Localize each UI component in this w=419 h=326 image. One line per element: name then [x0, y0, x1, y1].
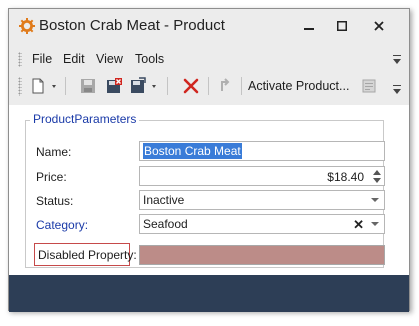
category-label: Category: — [36, 218, 89, 232]
group-caption: ProductParameters — [30, 112, 140, 126]
status-bar — [9, 275, 409, 312]
name-value: Boston Crab Meat — [143, 143, 242, 159]
minimize-icon — [304, 28, 314, 30]
save-options-icon — [131, 77, 156, 93]
activate-product-button[interactable]: Activate Product... — [248, 76, 349, 96]
maximize-button[interactable] — [329, 15, 355, 37]
disabled-property-field — [139, 245, 385, 265]
product-window: Boston Crab Meat - Product File Edit Vie… — [8, 8, 410, 312]
spin-up-icon[interactable] — [373, 170, 381, 175]
close-icon — [374, 21, 384, 31]
disabled-property-label: Disabled Property: — [34, 243, 137, 266]
delete-icon — [183, 78, 199, 94]
title-bar[interactable]: Boston Crab Meat - Product — [9, 9, 409, 43]
new-dropdown-button[interactable] — [30, 76, 60, 96]
clear-icon[interactable]: ✕ — [353, 217, 364, 233]
price-value: $18.40 — [327, 170, 364, 184]
menu-bar: File Edit View Tools — [9, 49, 409, 69]
minimize-button[interactable] — [296, 15, 322, 37]
menu-overflow-icon[interactable] — [393, 55, 401, 64]
menu-edit[interactable]: Edit — [63, 52, 85, 66]
save-button[interactable] — [78, 76, 98, 96]
chevron-down-icon[interactable] — [371, 198, 379, 202]
toolbar: Activate Product... — [9, 71, 409, 101]
price-spin-field[interactable]: $18.40 — [139, 166, 385, 186]
undo-button[interactable] — [215, 76, 235, 96]
activate-product-label: Activate Product... — [248, 79, 350, 93]
chevron-down-icon[interactable] — [371, 222, 379, 226]
toolbar-separator — [167, 77, 168, 95]
name-label: Name: — [36, 145, 72, 159]
menu-file[interactable]: File — [32, 52, 52, 66]
window-title: Boston Crab Meat - Product — [39, 17, 225, 34]
menu-view[interactable]: View — [96, 52, 123, 66]
price-spinner[interactable] — [371, 168, 383, 184]
status-label: Status: — [36, 194, 74, 208]
save-and-close-icon — [107, 78, 122, 93]
gear-icon — [18, 17, 36, 35]
toolbar-separator — [208, 77, 209, 95]
status-combobox[interactable]: Inactive — [139, 190, 385, 210]
status-value: Inactive — [143, 193, 185, 207]
disabled-action-button — [359, 76, 379, 96]
category-value: Seafood — [143, 217, 188, 231]
menu-grip[interactable] — [18, 52, 22, 67]
save-icon — [81, 79, 95, 93]
save-options-dropdown[interactable] — [130, 76, 160, 96]
delete-button[interactable] — [181, 76, 201, 96]
toolbar-overflow-icon[interactable] — [393, 85, 401, 94]
toolbar-separator — [241, 77, 242, 95]
price-label: Price: — [36, 170, 67, 184]
menu-tools[interactable]: Tools — [135, 52, 164, 66]
product-parameters-group: ProductParameters Name: Boston Crab Meat… — [25, 112, 385, 268]
toolbar-separator — [65, 77, 66, 95]
save-and-close-button[interactable] — [104, 76, 124, 96]
spin-down-icon[interactable] — [373, 178, 381, 183]
close-button[interactable] — [366, 15, 392, 37]
new-document-icon — [32, 78, 56, 94]
category-combobox[interactable]: Seafood ✕ — [139, 214, 385, 234]
name-field[interactable]: Boston Crab Meat — [139, 141, 385, 161]
disabled-document-icon — [362, 79, 376, 93]
form-area: ProductParameters Name: Boston Crab Meat… — [9, 105, 409, 275]
maximize-icon — [337, 21, 347, 31]
undo-icon — [221, 78, 230, 91]
toolbar-grip[interactable] — [18, 77, 22, 96]
